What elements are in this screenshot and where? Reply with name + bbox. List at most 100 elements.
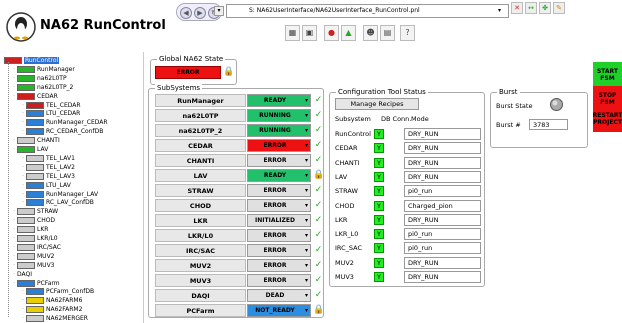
tree-item[interactable]: · DAQI — [13, 270, 32, 279]
check-icon[interactable]: ✓ — [313, 274, 324, 287]
tree-item[interactable]: · TEL_LAV2 — [22, 163, 75, 172]
subsystem-name-button[interactable]: STRAW — [155, 184, 246, 197]
tree-item[interactable]: · STRAW — [13, 207, 58, 216]
subsystem-state-dropdown[interactable]: ERROR ▾ — [247, 274, 311, 287]
tree-item[interactable]: · MUV3 — [13, 261, 55, 270]
subsystem-name-button[interactable]: LKR/L0 — [155, 229, 246, 242]
subsystem-state-dropdown[interactable]: ERROR ▾ — [247, 184, 311, 197]
tree-item[interactable]: · RunManager — [13, 65, 75, 74]
path-dropdown-icon[interactable]: ▾ — [498, 7, 501, 14]
subsystem-name-button[interactable]: LAV — [155, 169, 246, 182]
tree-item[interactable]: · NA62FARM6 — [22, 296, 82, 305]
tree-item[interactable]: · TEL_LAV1 — [22, 154, 75, 163]
tree-item[interactable]: · CHANTI — [13, 136, 60, 145]
tree-state-swatch — [26, 306, 44, 314]
tree-item[interactable]: RunControl — [4, 56, 60, 65]
subsystem-name-button[interactable]: PCFarm — [155, 304, 246, 317]
tree-item[interactable]: · NA62FARM2 — [22, 305, 82, 314]
edit-panel-icon[interactable]: ✎ — [553, 2, 565, 14]
close-panel-icon[interactable]: ✕ — [511, 2, 523, 14]
subsystem-state-dropdown[interactable]: INITIALIZED ▾ — [247, 214, 311, 227]
tree-item[interactable]: · LKR/L0 — [13, 234, 58, 243]
subsystem-state-dropdown[interactable]: ERROR ▾ — [247, 259, 311, 272]
subsystem-name-button[interactable]: DAQI — [155, 289, 246, 302]
tree-item[interactable]: · TEL_CEDAR — [22, 101, 81, 110]
subsystem-state-dropdown[interactable]: ERROR ▾ — [247, 229, 311, 242]
check-icon[interactable]: ✓ — [313, 244, 324, 257]
back-icon[interactable]: ◀ — [180, 7, 192, 19]
subsystem-state-dropdown[interactable]: RUNNING ▾ — [247, 109, 311, 122]
check-icon[interactable]: ✓ — [313, 259, 324, 272]
tree-item[interactable]: · na62L0TP_2 — [13, 83, 73, 92]
check-icon[interactable]: ✓ — [313, 139, 324, 152]
check-icon[interactable]: ✓ — [313, 229, 324, 242]
tree-item[interactable]: · LTU_CEDAR — [22, 109, 80, 118]
check-icon[interactable]: ✓ — [313, 109, 324, 122]
forward-icon[interactable]: ▶ — [194, 7, 206, 19]
tree-item[interactable]: · na62L0TP — [13, 74, 67, 83]
tree-item[interactable]: · RC_LAV_ConfDB — [22, 198, 94, 207]
users-icon[interactable]: ☻ — [363, 25, 378, 41]
subsystem-state-dropdown[interactable]: ERROR ▾ — [247, 244, 311, 257]
tree-item[interactable]: · PCFarm — [13, 279, 60, 288]
lock-icon[interactable]: 🔒 — [313, 169, 324, 182]
subsystem-name-button[interactable]: MUV3 — [155, 274, 246, 287]
tree-item[interactable]: · RunManager_LAV — [22, 190, 98, 199]
panel-settings-icon[interactable]: ✤ — [539, 2, 551, 14]
tree-item[interactable]: · NA62MERGER — [22, 314, 88, 323]
subsystem-name-button[interactable]: RunManager — [155, 94, 246, 107]
check-icon[interactable]: ✓ — [313, 199, 324, 212]
check-icon[interactable]: ✓ — [313, 94, 324, 107]
check-icon[interactable]: ✓ — [313, 124, 324, 137]
subsystem-name-button[interactable]: MUV2 — [155, 259, 246, 272]
tree-item[interactable]: · CEDAR — [13, 92, 58, 101]
hierarchy-icon[interactable]: ▦ — [285, 25, 300, 41]
check-icon[interactable]: ✓ — [313, 289, 324, 302]
subsystem-state-dropdown[interactable]: RUNNING ▾ — [247, 124, 311, 137]
subsystem-name-button[interactable]: na62L0TP_2 — [155, 124, 246, 137]
global-lock-icon[interactable]: 🔒 — [223, 66, 234, 79]
config-subsystem-name: CEDAR — [335, 144, 358, 153]
lock-icon[interactable]: 🔒 — [313, 304, 324, 317]
subsystem-state-dropdown[interactable]: READY ▾ — [247, 169, 311, 182]
tree-item[interactable]: · PCFarm_ConfDB — [22, 287, 94, 296]
subsystem-state-dropdown[interactable]: ERROR ▾ — [247, 199, 311, 212]
tree-item[interactable]: · RC_CEDAR_ConfDB — [22, 127, 103, 136]
subsystem-name-button[interactable]: CEDAR — [155, 139, 246, 152]
subsystem-state-dropdown[interactable]: NOT_READY ▾ — [247, 304, 311, 317]
check-icon[interactable]: ✓ — [313, 184, 324, 197]
panel-view-icon[interactable]: ▣ — [302, 25, 317, 41]
subsystem-state-dropdown[interactable]: DEAD ▾ — [247, 289, 311, 302]
subsystem-state-dropdown[interactable]: ERROR ▾ — [247, 139, 311, 152]
tree-item[interactable]: · TEL_LAV3 — [22, 172, 75, 181]
subsystem-state-dropdown[interactable]: READY ▾ — [247, 94, 311, 107]
tree-item[interactable]: · IRC/SAC — [13, 243, 61, 252]
subsystem-state-text: ERROR — [263, 247, 287, 254]
tree-state-swatch — [26, 297, 44, 305]
tree-item[interactable]: · MUV2 — [13, 252, 55, 261]
move-panel-icon[interactable]: ↔ — [525, 2, 537, 14]
alarm-icon[interactable]: ● — [324, 25, 339, 41]
tree-item[interactable]: · LAV — [13, 145, 48, 154]
check-icon[interactable]: ✓ — [313, 154, 324, 167]
log-icon[interactable]: ▤ — [380, 25, 395, 41]
history-dropdown-icon[interactable]: ▾ — [214, 6, 224, 16]
tree-item[interactable]: · RunManager_CEDAR — [22, 118, 108, 127]
start-fsm-button[interactable]: START FSM — [593, 62, 622, 88]
subsystem-name-button[interactable]: IRC/SAC — [155, 244, 246, 257]
panel-path-field[interactable]: S: NA62UserInterface/NA62UserInterface_R… — [226, 4, 509, 18]
restart-project-button[interactable]: RESTART PROJECT — [593, 106, 622, 132]
subsystem-state-dropdown[interactable]: ERROR ▾ — [247, 154, 311, 167]
subsystem-name-button[interactable]: LKR — [155, 214, 246, 227]
subsystem-name-button[interactable]: na62L0TP — [155, 109, 246, 122]
help-icon[interactable]: ? — [400, 25, 415, 41]
subsystem-name-button[interactable]: CHANTI — [155, 154, 246, 167]
subsystem-name-button[interactable]: CHOD — [155, 199, 246, 212]
check-icon[interactable]: ✓ — [313, 214, 324, 227]
tree-item[interactable]: · LTU_LAV — [22, 181, 71, 190]
trend-icon[interactable]: ▲ — [341, 25, 356, 41]
tree-item[interactable]: · LKR — [13, 225, 48, 234]
tree-item[interactable]: · CHOD — [13, 216, 55, 225]
global-state-value[interactable]: ERROR — [155, 66, 221, 79]
manage-recipes-button[interactable]: Manage Recipes — [335, 98, 419, 110]
